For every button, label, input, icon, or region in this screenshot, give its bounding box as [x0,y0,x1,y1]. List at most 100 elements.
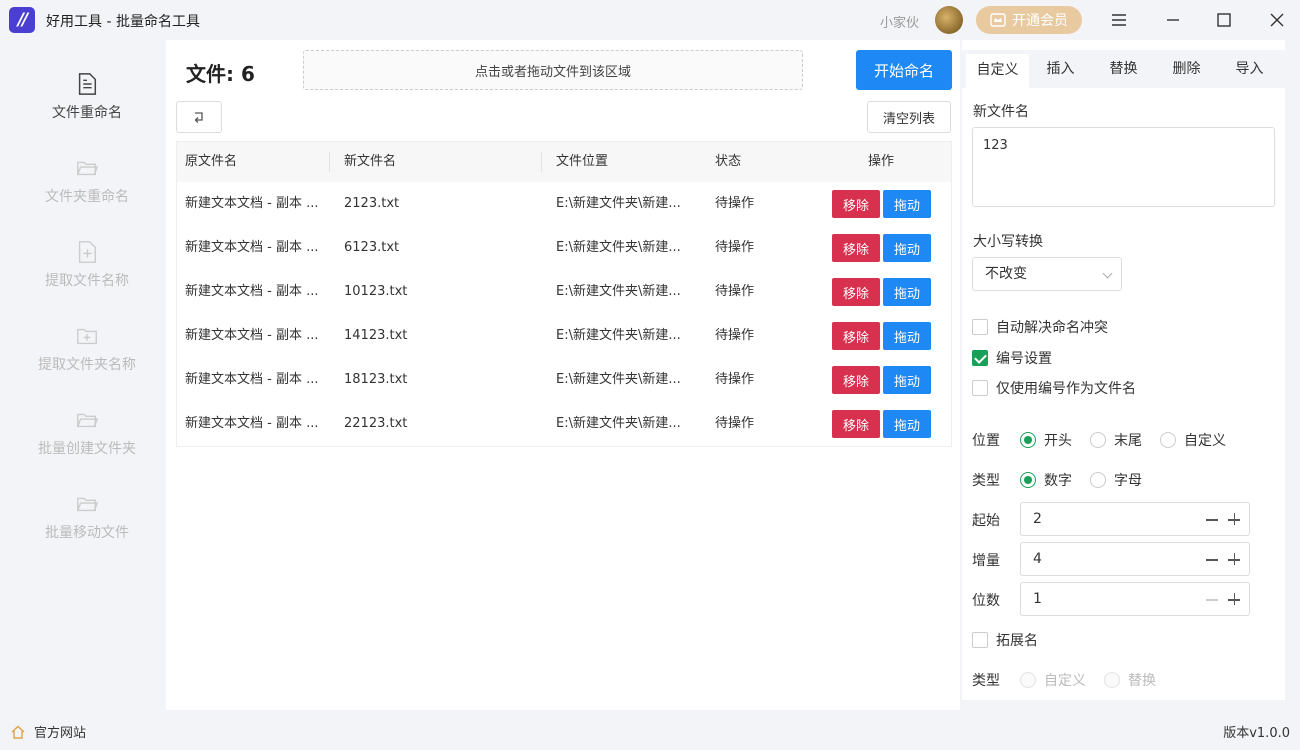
column-header: 状态 [715,154,742,169]
user-name[interactable]: 小家伙 [880,12,919,31]
drag-button[interactable]: 拖动 [883,322,931,350]
position-radio-group: 开头 末尾 自定义 [1020,430,1244,450]
column-header: 操作 [868,154,895,169]
remove-button[interactable]: 移除 [832,410,880,438]
column-divider [329,152,330,172]
checkbox-box [972,319,988,335]
drag-button[interactable]: 拖动 [883,190,931,218]
clear-list-button[interactable]: 清空列表 [867,101,951,133]
minimize-button[interactable] [1161,8,1185,32]
minus-icon[interactable] [1203,549,1221,569]
plus-icon[interactable] [1225,509,1243,529]
case-select[interactable]: 不改变 [972,257,1122,291]
position-end-radio[interactable]: 末尾 [1090,430,1142,450]
undo-icon [194,112,203,123]
extension-checkbox[interactable]: 拓展名 [972,630,1038,650]
radio-dot [1090,432,1106,448]
sidebar-item-file-rename[interactable]: 文件重命名 [8,52,166,122]
sidebar-item-folder-rename[interactable]: 文件夹重命名 [8,136,166,206]
remove-button[interactable]: 移除 [832,322,880,350]
auto-resolve-checkbox[interactable]: 自动解决命名冲突 [972,317,1108,337]
file-location: E:\新建文件夹\新建... [556,240,681,255]
position-start-radio[interactable]: 开头 [1020,430,1072,450]
original-name: 新建文本文档 - 副本 ... [185,284,319,299]
increment-stepper[interactable]: 4 [1020,542,1250,576]
stepper-value: 1 [1033,591,1042,607]
start-stepper[interactable]: 2 [1020,502,1250,536]
position-custom-radio[interactable]: 自定义 [1160,430,1226,450]
digits-stepper[interactable]: 1 [1020,582,1250,616]
sidebar-item-label: 文件重命名 [52,105,122,121]
tab-insert[interactable]: 插入 [1029,50,1092,88]
chevron-down-icon [1102,268,1113,279]
sidebar-item-label: 提取文件夹名称 [38,357,136,373]
ext-type-radio-group: 自定义 替换 [1020,670,1174,690]
status: 待操作 [715,240,755,255]
tab-replace[interactable]: 替换 [1092,50,1155,88]
radio-dot [1020,672,1036,688]
new-name: 18123.txt [344,372,408,387]
menu-button[interactable] [1107,8,1131,32]
version-label: 版本v1.0.0 [1223,726,1290,741]
sidebar: 文件重命名 文件夹重命名 提取文件名称 提取文件夹名称 批量创建文件夹 批量移动… [8,40,166,710]
status: 待操作 [715,284,755,299]
file-location: E:\新建文件夹\新建... [556,196,681,211]
file-location: E:\新建文件夹\新建... [556,372,681,387]
minus-icon[interactable] [1203,509,1221,529]
table-row: 新建文本文档 - 副本 ... 2123.txt E:\新建文件夹\新建... … [177,182,951,226]
sidebar-item-label: 批量创建文件夹 [38,441,136,457]
file-count: 文件: 6 [186,62,255,86]
minus-icon[interactable] [1203,589,1221,609]
type-label: 类型 [972,473,1000,489]
minimize-icon [1167,19,1179,21]
status-bar: 官方网站 版本v1.0.0 [0,710,1300,750]
settings-panel: 自定义 插入 替换 删除 导入 新文件名 大小写转换 不改变 自动解决命名冲突 … [962,40,1285,700]
vip-button[interactable]: 开通会员 [976,6,1082,34]
sidebar-item-extract-folder-names[interactable]: 提取文件夹名称 [8,304,166,374]
remove-button[interactable]: 移除 [832,278,880,306]
sidebar-item-batch-create-folders[interactable]: 批量创建文件夹 [8,388,166,458]
new-name-input[interactable] [972,127,1275,207]
crown-icon [990,13,1006,27]
remove-button[interactable]: 移除 [832,234,880,262]
app-logo: // [9,7,35,33]
tab-delete[interactable]: 删除 [1155,50,1218,88]
position-label: 位置 [972,433,1000,449]
maximize-button[interactable] [1212,8,1236,32]
avatar[interactable] [935,6,963,34]
folder-plus-icon [77,328,97,345]
ext-type-label: 类型 [972,673,1000,689]
type-number-radio[interactable]: 数字 [1020,470,1072,490]
ext-type-custom-radio[interactable]: 自定义 [1020,670,1086,690]
sidebar-item-batch-move-files[interactable]: 批量移动文件 [8,472,166,542]
official-website-link[interactable]: 官方网站 [10,722,86,741]
undo-button[interactable] [176,101,222,133]
plus-icon[interactable] [1225,549,1243,569]
remove-button[interactable]: 移除 [832,190,880,218]
close-button[interactable] [1265,8,1289,32]
vip-label: 开通会员 [1012,13,1068,29]
plus-icon[interactable] [1225,589,1243,609]
ext-type-replace-radio[interactable]: 替换 [1104,670,1156,690]
drag-button[interactable]: 拖动 [883,234,931,262]
drag-button[interactable]: 拖动 [883,410,931,438]
start-rename-button[interactable]: 开始命名 [856,50,952,90]
maximize-icon [1217,13,1231,27]
drop-zone[interactable]: 点击或者拖动文件到该区域 [303,50,803,90]
numbering-checkbox[interactable]: 编号设置 [972,348,1052,368]
sidebar-item-extract-file-names[interactable]: 提取文件名称 [8,220,166,290]
type-letter-radio[interactable]: 字母 [1090,470,1142,490]
file-table: 原文件名 新文件名 文件位置 状态 操作 新建文本文档 - 副本 ... 212… [176,141,952,447]
status: 待操作 [715,372,755,387]
drag-button[interactable]: 拖动 [883,366,931,394]
drag-button[interactable]: 拖动 [883,278,931,306]
column-header: 新文件名 [344,154,397,169]
checkbox-box [972,350,988,366]
tab-import[interactable]: 导入 [1218,50,1281,88]
checkbox-label: 仅使用编号作为文件名 [996,381,1136,397]
remove-button[interactable]: 移除 [832,366,880,394]
number-only-checkbox[interactable]: 仅使用编号作为文件名 [972,378,1136,398]
tab-custom[interactable]: 自定义 [966,54,1029,88]
table-row: 新建文本文档 - 副本 ... 10123.txt E:\新建文件夹\新建...… [177,270,951,314]
status: 待操作 [715,416,755,431]
